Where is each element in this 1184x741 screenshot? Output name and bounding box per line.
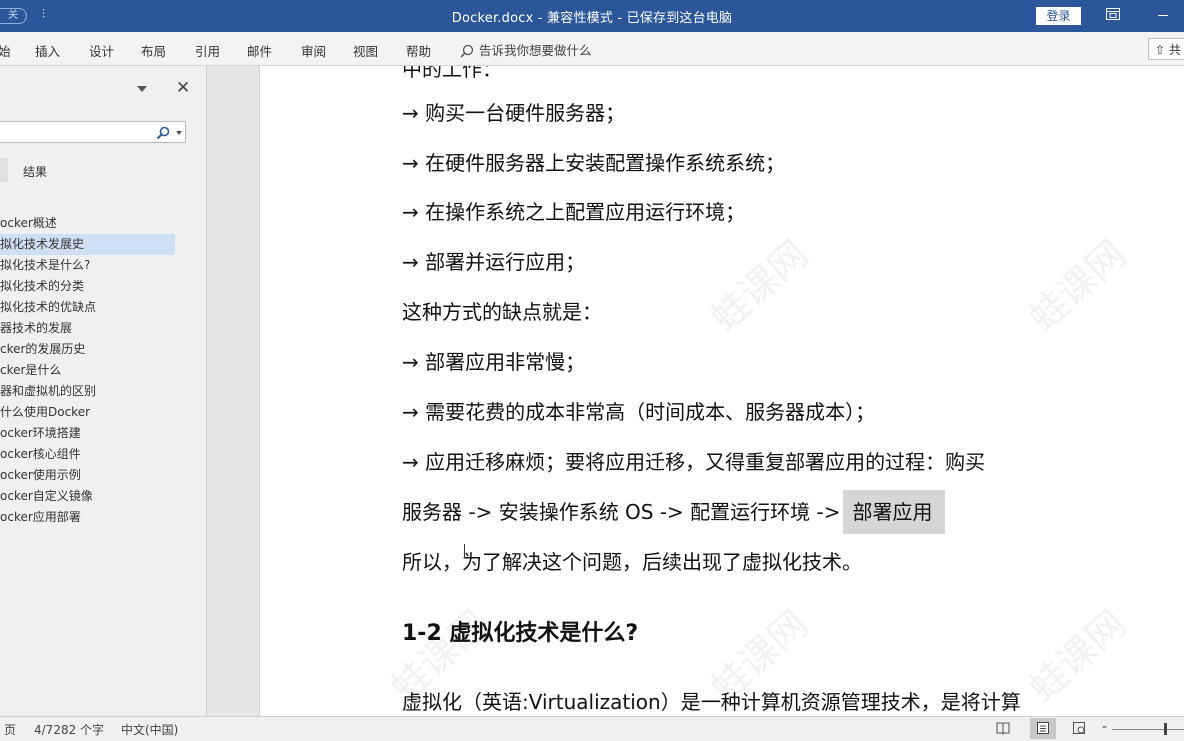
nav-heading-item[interactable]: 拟化技术的优缺点 (0, 297, 175, 318)
share-icon: ⇧ (1155, 43, 1166, 57)
minimize-icon[interactable] (1158, 15, 1168, 16)
doc-text-line-partial: 中的工作： (402, 66, 502, 81)
share-label: 共 (1168, 43, 1181, 57)
doc-text-line: 这种方式的缺点就是： (402, 300, 602, 324)
tab-help[interactable]: 帮助 (406, 41, 431, 60)
nav-heading-item[interactable]: 什么使用Docker (0, 402, 175, 423)
search-options-chevron-down-icon[interactable] (176, 131, 182, 135)
tab-design[interactable]: 设计 (89, 41, 114, 60)
text-cursor (464, 544, 465, 558)
nav-heading-item[interactable]: cker的发展历史 (0, 339, 175, 360)
language-indicator[interactable]: 中文(中国) (121, 721, 178, 738)
word-count[interactable]: 4/7282 个字 (34, 721, 104, 738)
tab-mailings[interactable]: 邮件 (247, 41, 272, 60)
doc-text-line: → 需要花费的成本非常高（时间成本、服务器成本）； (402, 400, 876, 424)
nav-heading-item[interactable]: ocker使用示例 (0, 465, 175, 486)
doc-text-line: → 在硬件服务器上安装配置操作系统系统； (402, 151, 786, 175)
watermark: 蛙课网 (702, 231, 817, 341)
nav-tab-indicator (0, 158, 8, 182)
doc-heading: 1-2 虚拟化技术是什么? (402, 621, 639, 646)
nav-search-input[interactable] (0, 121, 186, 143)
doc-text-line: 所以，为了解决这个问题，后续出现了虚拟化技术。 (402, 550, 862, 574)
nav-heading-item[interactable]: 拟化技术的分类 (0, 276, 175, 297)
doc-text-line: → 在操作系统之上配置应用运行环境； (402, 200, 746, 224)
nav-heading-item[interactable]: 器技术的发展 (0, 318, 175, 339)
title-bar: 关 ⫶ Docker.docx - 兼容性模式 - 已保存到这台电脑 登录 (0, 0, 1184, 32)
zoom-slider[interactable] (1112, 729, 1184, 730)
tab-home[interactable]: 始 (0, 41, 11, 60)
doc-text-run: 服务器 -> 安装操作系统 OS -> 配置运行环境 -> (402, 500, 841, 524)
document-gutter (207, 66, 260, 716)
nav-heading-item[interactable]: 器和虚拟机的区别 (0, 381, 175, 402)
tab-layout[interactable]: 布局 (141, 41, 166, 60)
window-title: Docker.docx - 兼容性模式 - 已保存到这台电脑 (451, 11, 733, 26)
doc-text-line: → 部署应用非常慢； (402, 350, 586, 374)
status-bar: 页 4/7282 个字 中文(中国) - (0, 716, 1184, 741)
tell-me-box[interactable]: 告诉我你想要做什么 (460, 40, 592, 59)
tell-me-label: 告诉我你想要做什么 (479, 43, 592, 58)
pane-options-chevron-down-icon[interactable] (137, 86, 147, 92)
nav-heading-item[interactable]: 拟化技术是什么? (0, 255, 175, 276)
navigation-pane: ✕ 结果 ocker概述 拟化技术发展史 拟化技术是什么? 拟化技术的分类 拟化… (0, 66, 207, 716)
web-layout-icon[interactable] (1072, 721, 1086, 735)
doc-text-line: → 购买一台硬件服务器； (402, 101, 626, 125)
zoom-out-button[interactable]: - (1102, 719, 1107, 735)
doc-text-line: → 应用迁移麻烦；要将应用迁移，又得重复部署应用的过程：购买 (402, 450, 986, 474)
close-icon[interactable]: ✕ (176, 78, 190, 98)
nav-tab-results[interactable]: 结果 (23, 163, 47, 180)
zoom-slider-thumb[interactable] (1164, 723, 1167, 735)
ribbon-tabs: 始 插入 设计 布局 引用 邮件 审阅 视图 帮助 告诉我你想要做什么 ⇧ 共 (0, 32, 1184, 66)
nav-heading-item-selected[interactable]: 拟化技术发展史 (0, 234, 175, 255)
nav-heading-list: ocker概述 拟化技术发展史 拟化技术是什么? 拟化技术的分类 拟化技术的优缺… (0, 213, 175, 528)
print-layout-icon (1037, 722, 1049, 734)
nav-heading-item[interactable]: ocker自定义镜像 (0, 486, 175, 507)
search-icon[interactable] (156, 126, 170, 140)
nav-heading-item[interactable]: ocker应用部署 (0, 507, 175, 528)
lightbulb-search-icon (460, 44, 474, 58)
nav-heading-item[interactable]: cker是什么 (0, 360, 175, 381)
watermark: 蛙课网 (1020, 231, 1135, 341)
tab-references[interactable]: 引用 (195, 41, 220, 60)
nav-heading-item[interactable]: ocker核心组件 (0, 444, 175, 465)
watermark: 蛙课网 (1020, 601, 1135, 711)
page-indicator[interactable]: 页 (4, 721, 16, 738)
print-layout-button[interactable] (1030, 718, 1056, 739)
doc-text-line: 虚拟化（英语:Virtualization）是一种计算机资源管理技术，是将计算 (402, 690, 1021, 714)
login-button[interactable]: 登录 (1036, 7, 1081, 25)
share-button[interactable]: ⇧ 共 (1148, 38, 1184, 60)
tab-review[interactable]: 审阅 (301, 41, 326, 60)
tab-view[interactable]: 视图 (353, 41, 378, 60)
nav-heading-item[interactable]: ocker环境搭建 (0, 423, 175, 444)
highlighted-text: 部署应用 (842, 490, 945, 534)
doc-text-line: → 部署并运行应用； (402, 250, 586, 274)
document-page[interactable]: 蛙课网 蛙课网 蛙课网 蛙课网 蛙课网 中的工作： → 购买一台硬件服务器； →… (260, 66, 1184, 716)
nav-heading-item[interactable]: ocker概述 (0, 213, 175, 234)
read-mode-icon[interactable] (996, 721, 1010, 735)
tab-insert[interactable]: 插入 (35, 41, 60, 60)
doc-text-line: 服务器 -> 安装操作系统 OS -> 配置运行环境 -> 部署应用 (402, 490, 945, 534)
ribbon-display-options-icon[interactable] (1106, 8, 1120, 20)
